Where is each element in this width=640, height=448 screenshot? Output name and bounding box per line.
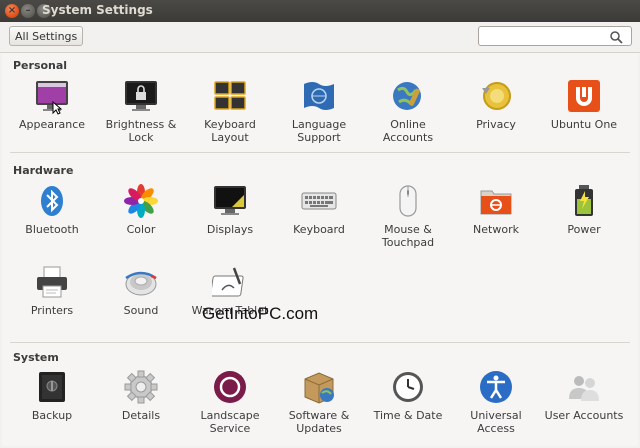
battery-icon xyxy=(575,185,593,216)
setting-label: Mouse & Touchpad xyxy=(381,223,435,249)
setting-displays[interactable]: Displays xyxy=(188,183,272,236)
setting-label: Sound xyxy=(123,304,159,317)
mouse-icon xyxy=(399,185,417,217)
setting-label: Online Accounts xyxy=(382,118,434,144)
close-icon: × xyxy=(7,5,17,16)
setting-label: Keyboard xyxy=(293,223,345,236)
network-icon xyxy=(480,190,512,215)
setting-sound[interactable]: Sound xyxy=(99,264,183,317)
setting-label: Ubuntu One xyxy=(550,118,618,131)
setting-label: Landscape Service xyxy=(200,409,260,435)
setting-ubuntu-one[interactable]: Ubuntu One xyxy=(542,78,626,131)
setting-power[interactable]: Power xyxy=(542,183,626,236)
title-bar: × – System Settings xyxy=(0,0,640,22)
setting-software-updates[interactable]: Software & Updates xyxy=(277,369,361,435)
printer-icon xyxy=(37,266,67,298)
setting-details[interactable]: Details xyxy=(99,369,183,422)
setting-label: Universal Access xyxy=(470,409,522,435)
backup-safe-icon xyxy=(39,372,65,402)
online-accounts-icon xyxy=(393,82,421,110)
setting-printers[interactable]: Printers xyxy=(10,264,94,317)
setting-label: Displays xyxy=(206,223,254,236)
bluetooth-icon xyxy=(41,186,63,216)
setting-bluetooth[interactable]: Bluetooth xyxy=(10,183,94,236)
setting-label: Power xyxy=(567,223,601,236)
mouse-cursor-icon xyxy=(52,101,62,115)
window-title: System Settings xyxy=(42,3,153,17)
setting-online-accounts[interactable]: Online Accounts xyxy=(366,78,450,144)
section-title-hardware: Hardware xyxy=(13,164,74,177)
lock-monitor-icon xyxy=(125,81,157,111)
setting-keyboard-layout[interactable]: Keyboard Layout xyxy=(188,78,272,144)
setting-label: Time & Date xyxy=(373,409,443,422)
setting-label: Language Support xyxy=(291,118,347,144)
setting-network[interactable]: Network xyxy=(454,183,538,236)
setting-label: Keyboard Layout xyxy=(204,118,256,144)
setting-label: Color xyxy=(126,223,156,236)
setting-time-date[interactable]: Time & Date xyxy=(366,369,450,422)
setting-label: Details xyxy=(121,409,161,422)
ubuntu-one-icon xyxy=(568,80,600,112)
watermark-text: GetIntoPC.com xyxy=(202,304,319,323)
setting-brightness-lock[interactable]: Brightness & Lock xyxy=(99,78,183,144)
universal-access-icon xyxy=(480,371,512,403)
language-flag-icon xyxy=(304,82,334,110)
wacom-tablet-icon xyxy=(212,267,244,297)
clock-icon xyxy=(393,372,423,402)
setting-label: Backup xyxy=(31,409,73,422)
setting-label: Software & Updates xyxy=(288,409,350,435)
setting-label: User Accounts xyxy=(544,409,624,422)
setting-label: Appearance xyxy=(18,118,86,131)
search-icon xyxy=(610,31,623,44)
keyboard-layout-icon xyxy=(214,81,246,110)
keyboard-icon xyxy=(301,192,337,210)
setting-label: Network xyxy=(473,223,519,236)
setting-backup[interactable]: Backup xyxy=(10,369,94,422)
minimize-icon: – xyxy=(25,5,31,16)
section-title-personal: Personal xyxy=(13,59,68,72)
setting-label: Brightness & Lock xyxy=(105,118,177,144)
divider xyxy=(10,152,630,153)
setting-keyboard[interactable]: Keyboard xyxy=(277,183,361,236)
landscape-icon xyxy=(214,371,246,403)
setting-label: Privacy xyxy=(476,118,516,131)
users-icon xyxy=(569,376,599,401)
search-input[interactable] xyxy=(478,26,632,46)
setting-language-support[interactable]: Language Support xyxy=(277,78,361,144)
close-window-button[interactable]: × xyxy=(5,4,19,18)
section-title-system: System xyxy=(13,351,59,364)
setting-landscape-service[interactable]: Landscape Service xyxy=(188,369,272,435)
color-icon xyxy=(124,184,158,218)
software-box-icon xyxy=(304,372,334,404)
divider xyxy=(10,342,630,343)
display-icon xyxy=(214,186,246,215)
setting-user-accounts[interactable]: User Accounts xyxy=(542,369,626,422)
setting-privacy[interactable]: Privacy xyxy=(454,78,538,131)
privacy-icon xyxy=(482,82,511,110)
setting-universal-access[interactable]: Universal Access xyxy=(454,369,538,435)
minimize-window-button[interactable]: – xyxy=(21,4,35,18)
setting-mouse-touchpad[interactable]: Mouse & Touchpad xyxy=(366,183,450,249)
setting-color[interactable]: Color xyxy=(99,183,183,236)
gear-icon xyxy=(124,370,158,404)
all-settings-button[interactable]: All Settings xyxy=(9,26,84,46)
speaker-icon xyxy=(125,271,157,296)
setting-label: Bluetooth xyxy=(25,223,79,236)
setting-label: Printers xyxy=(30,304,74,317)
toolbar: All Settings xyxy=(0,22,640,53)
